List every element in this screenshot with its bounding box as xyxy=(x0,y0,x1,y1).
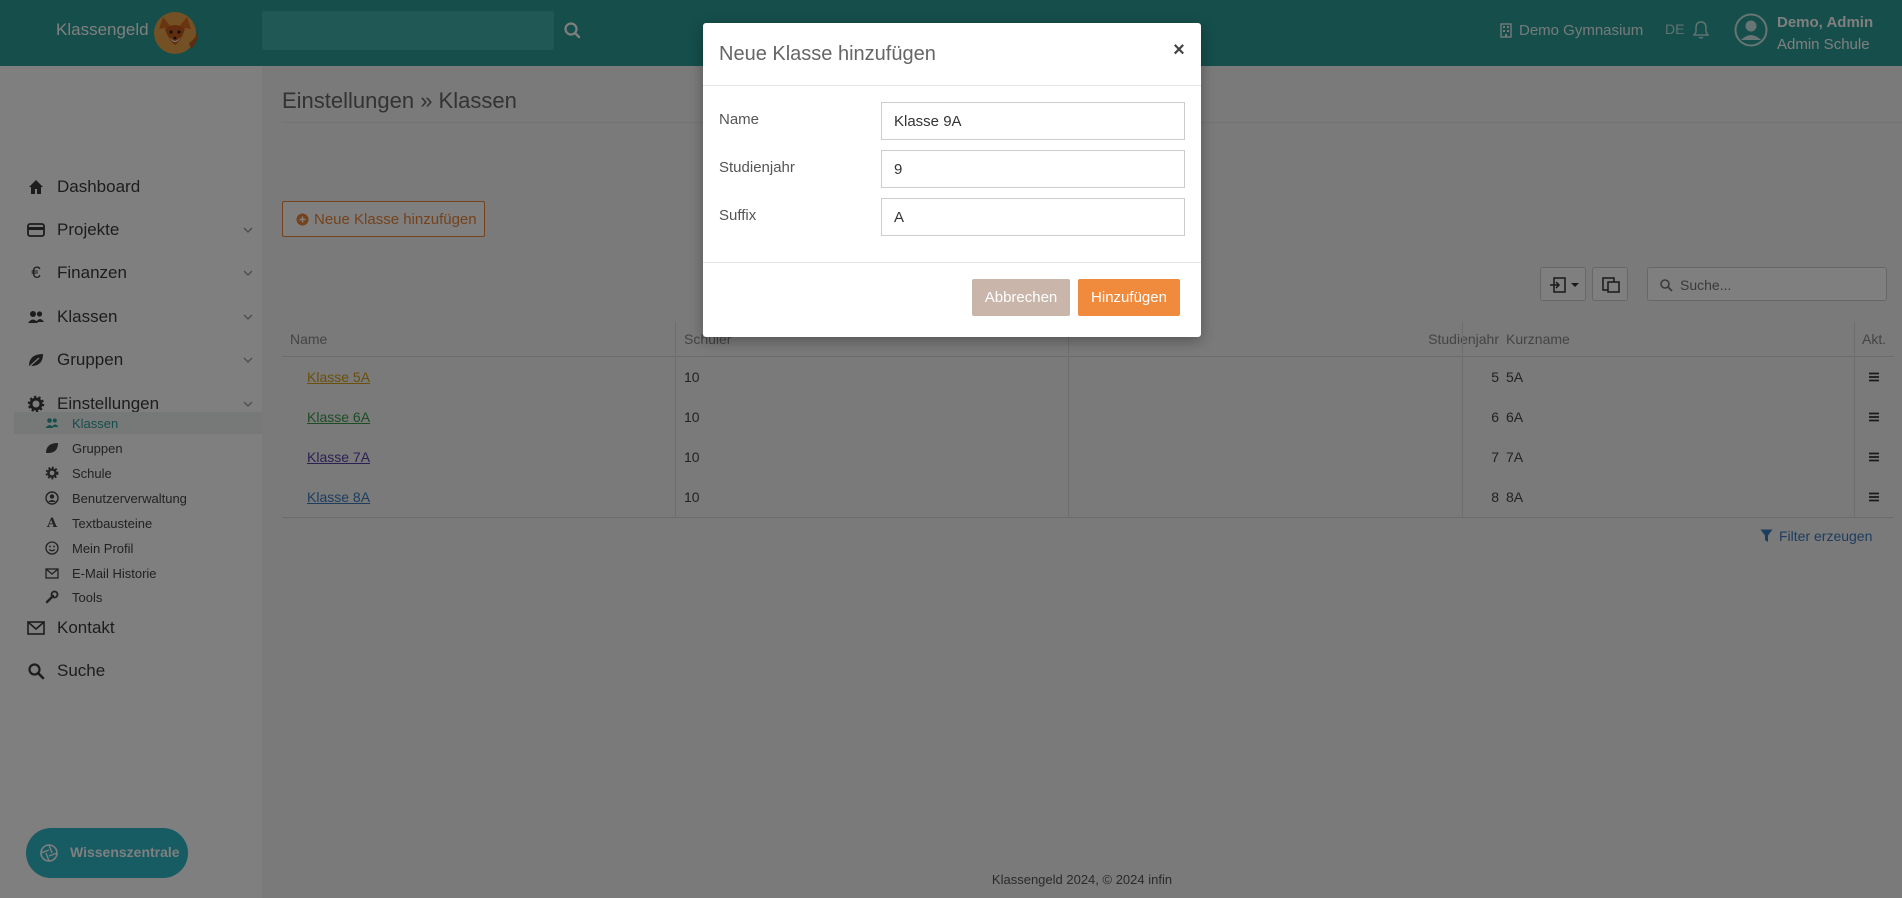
close-icon[interactable]: × xyxy=(1168,39,1190,61)
study-year-field[interactable] xyxy=(881,150,1185,188)
dialog-title: Neue Klasse hinzufügen xyxy=(719,43,936,65)
suffix-field[interactable] xyxy=(881,198,1185,236)
divider xyxy=(703,85,1201,86)
cancel-button[interactable]: Abbrechen xyxy=(972,279,1070,316)
name-field[interactable] xyxy=(881,102,1185,140)
submit-button[interactable]: Hinzufügen xyxy=(1078,279,1180,316)
add-class-dialog: Neue Klasse hinzufügen × Name Studienjah… xyxy=(703,23,1201,337)
divider xyxy=(703,262,1201,263)
suffix-label: Suffix xyxy=(719,207,757,224)
name-label: Name xyxy=(719,111,760,128)
study-year-label: Studienjahr xyxy=(719,159,795,176)
